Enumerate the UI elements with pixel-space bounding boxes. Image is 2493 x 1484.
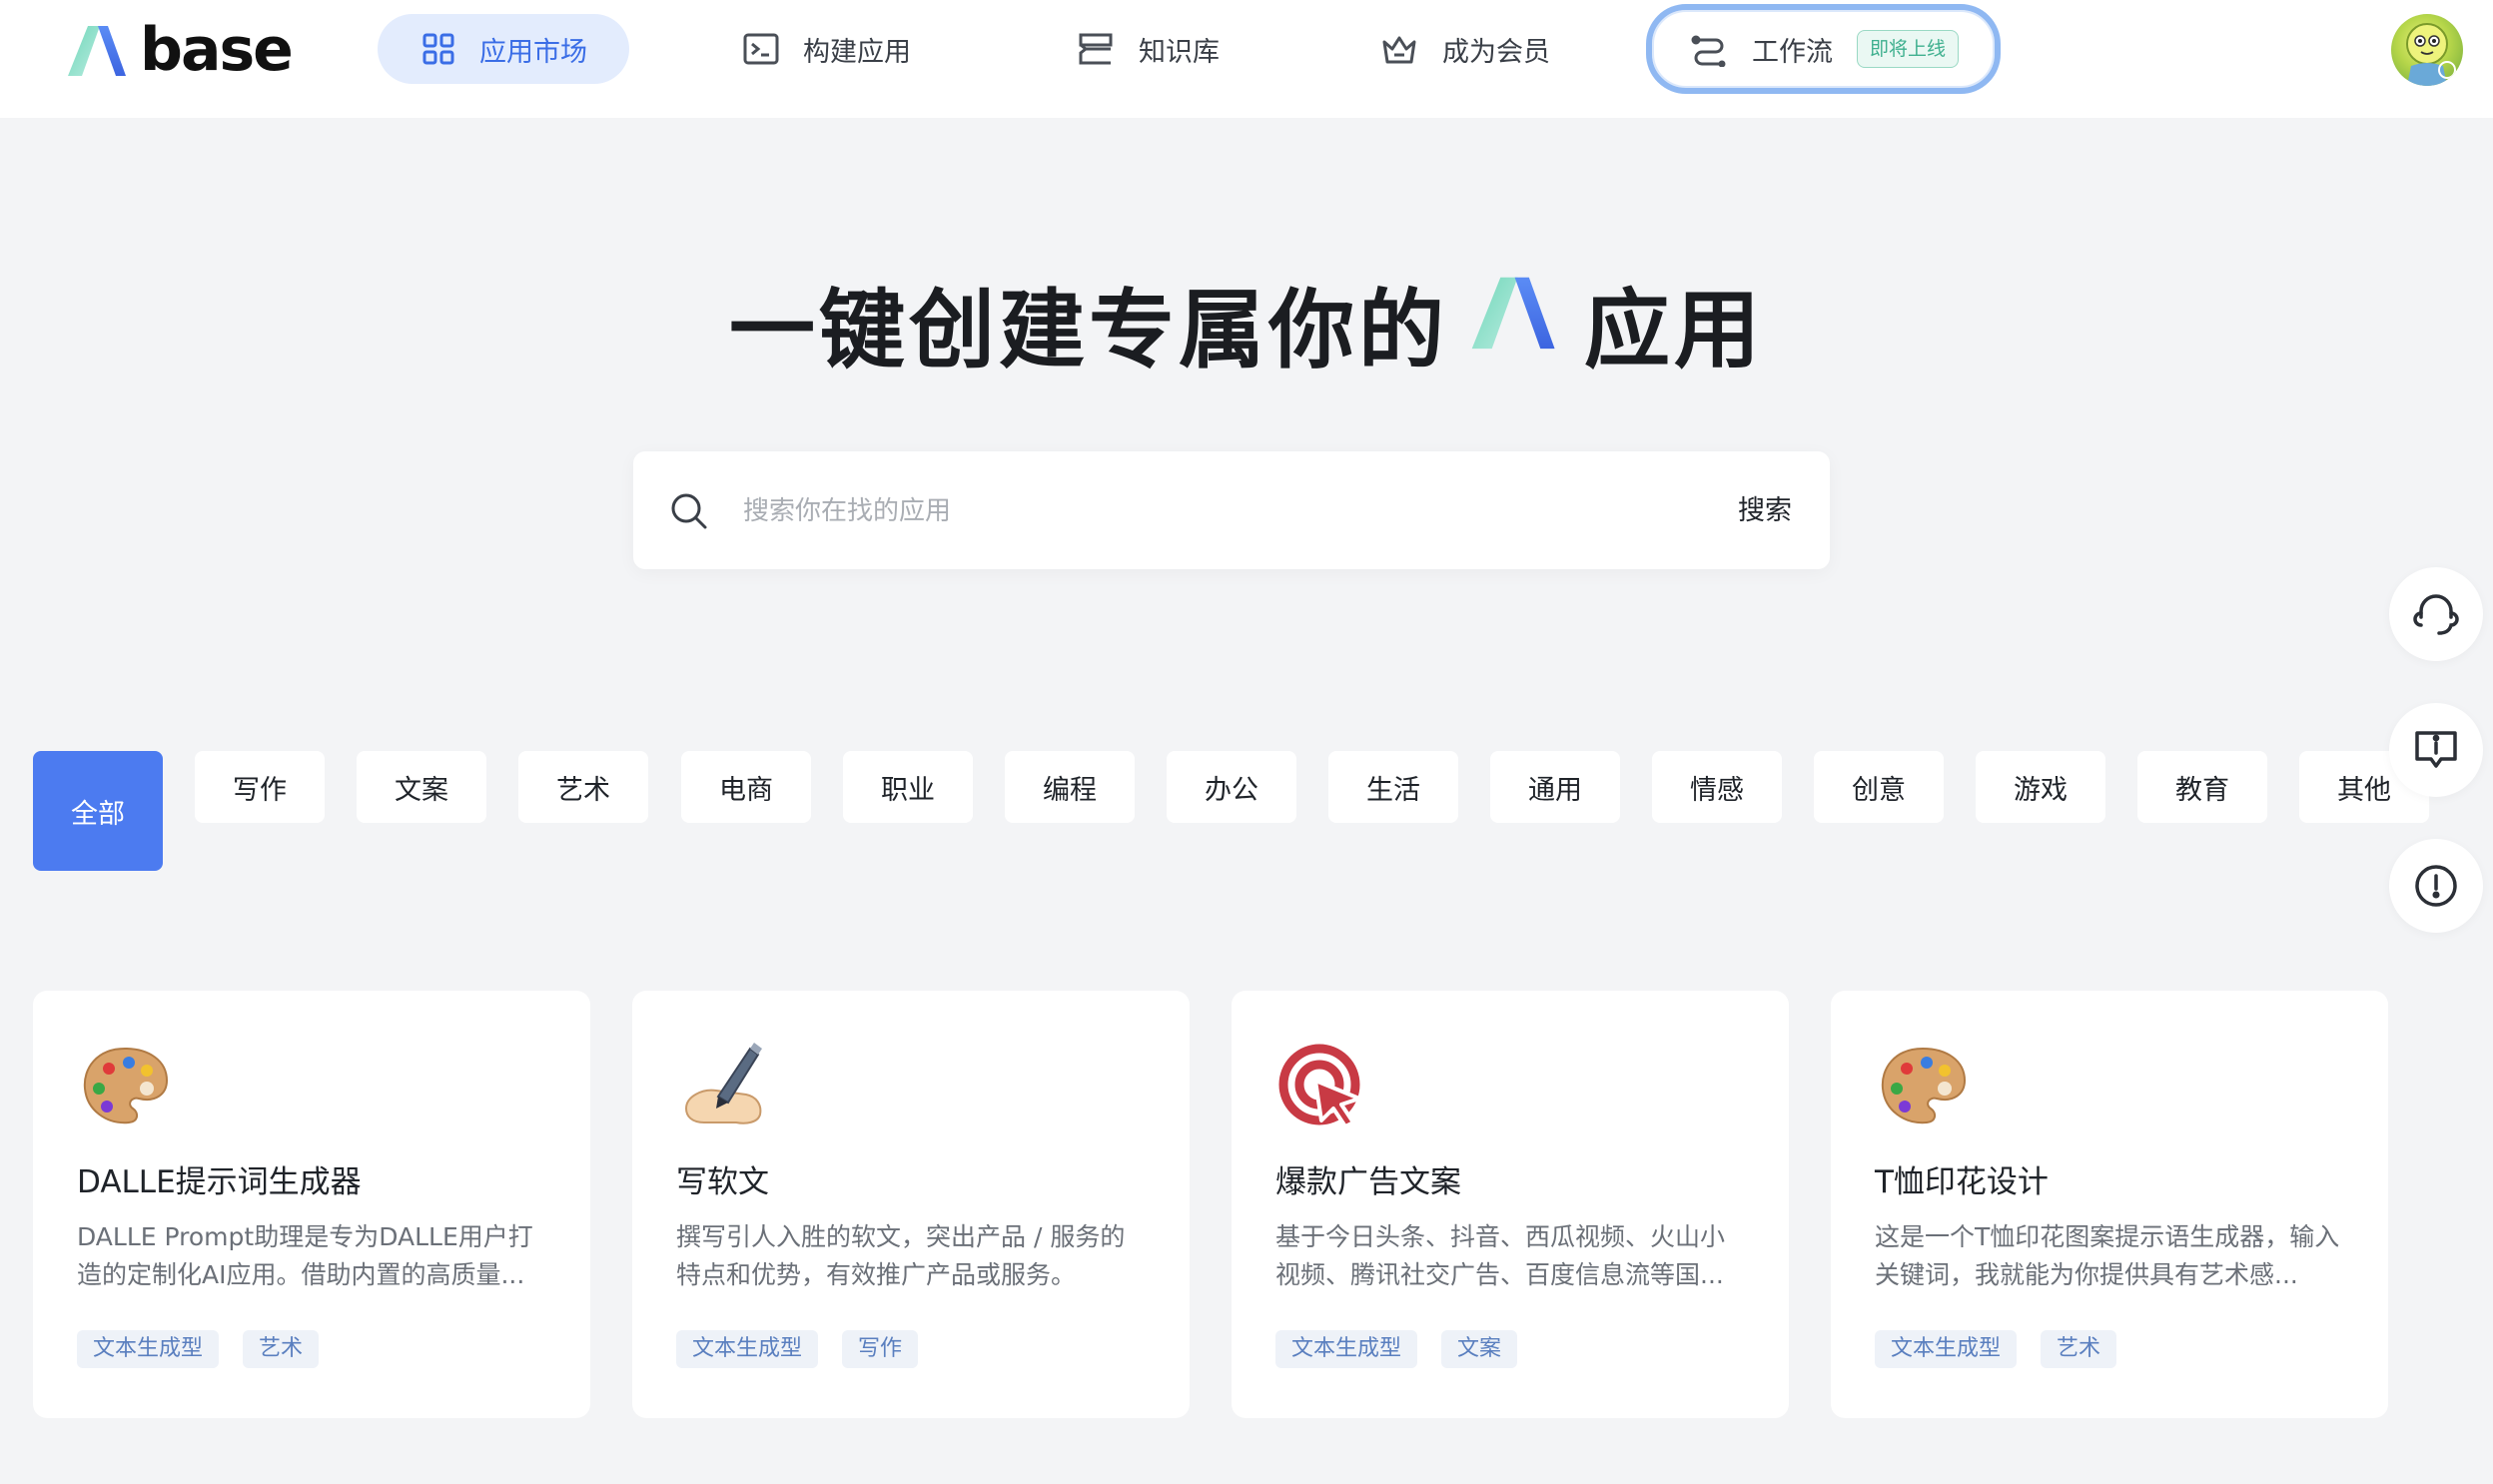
terminal-icon	[743, 33, 779, 65]
nav-label: 应用市场	[479, 36, 587, 68]
category-art[interactable]: 艺术	[518, 751, 648, 823]
search-button[interactable]: 搜索	[1738, 481, 1792, 541]
card-title: 爆款广告文案	[1275, 1164, 1461, 1200]
card-tag[interactable]: 文本生成型	[676, 1330, 819, 1368]
top-header: base 应用市场 构建应用 知识库 成为会员 工作流 即将上线	[0, 0, 2493, 118]
category-emotion[interactable]: 情感	[1652, 751, 1782, 823]
card-description: DALLE Prompt助理是专为DALLE用户打造的定制化AI应用。借助内置的…	[77, 1222, 533, 1289]
nav-knowledge-base[interactable]: 知识库	[1033, 14, 1261, 84]
category-career[interactable]: 职业	[843, 751, 973, 823]
hero-title: 一键创建专属你的 应用	[0, 262, 2493, 381]
nav-label: 工作流	[1752, 36, 1833, 68]
search-icon	[671, 493, 707, 529]
app-card[interactable]: T恤印花设计 这是一个T恤印花图案提示语生成器，输入关键词，我就能为你提供具有艺…	[1831, 991, 2388, 1418]
target-cursor-icon	[1278, 1044, 1361, 1128]
avatar-icon	[2406, 23, 2456, 86]
category-programming[interactable]: 编程	[1005, 751, 1135, 823]
palette-icon	[1881, 1047, 1967, 1124]
card-tag[interactable]: 文案	[1441, 1330, 1518, 1368]
hero-ai-logo-icon	[1466, 270, 1566, 374]
headset-icon	[2413, 594, 2459, 635]
user-avatar[interactable]	[2391, 14, 2463, 86]
customer-service-button[interactable]	[2389, 567, 2483, 661]
category-creative[interactable]: 创意	[1814, 751, 1944, 823]
palette-icon	[83, 1047, 169, 1124]
card-description: 这是一个T恤印花图案提示语生成器，输入关键词，我就能为你提供具有艺术感...	[1875, 1222, 2340, 1289]
database-icon	[1079, 33, 1113, 65]
grid-icon	[422, 33, 454, 65]
category-life[interactable]: 生活	[1328, 751, 1458, 823]
feedback-icon	[2415, 731, 2457, 768]
card-tags: 文本生成型 写作	[676, 1330, 942, 1368]
ai-logo-icon	[68, 26, 126, 76]
hero-title-suffix: 应用	[1584, 280, 1764, 380]
category-education[interactable]: 教育	[2137, 751, 2267, 823]
nav-label: 成为会员	[1442, 36, 1550, 68]
card-tag[interactable]: 文本生成型	[1275, 1330, 1418, 1368]
category-game[interactable]: 游戏	[1976, 751, 2105, 823]
card-title: T恤印花设计	[1875, 1164, 2049, 1200]
nav-build-app[interactable]: 构建应用	[699, 14, 953, 84]
alert-icon	[2415, 865, 2457, 907]
writing-hand-icon	[684, 1043, 762, 1124]
card-tags: 文本生成型 文案	[1275, 1330, 1541, 1368]
nav-workflow[interactable]: 工作流 即将上线	[1646, 4, 2002, 94]
category-copywriting[interactable]: 文案	[357, 751, 486, 823]
feedback-button[interactable]	[2389, 703, 2483, 797]
brand-logo[interactable]: base	[64, 15, 294, 85]
card-title: 写软文	[676, 1164, 769, 1200]
card-tag[interactable]: 文本生成型	[1875, 1330, 2018, 1368]
card-title: DALLE提示词生成器	[77, 1164, 362, 1200]
nav-membership[interactable]: 成为会员	[1336, 14, 1592, 84]
card-tag[interactable]: 文本生成型	[77, 1330, 220, 1368]
hero-title-text: 一键创建专属你的	[729, 280, 1448, 380]
card-tag[interactable]: 艺术	[2041, 1330, 2117, 1368]
card-description: 撰写引人入胜的软文，突出产品 / 服务的特点和优势，有效推广产品或服务。	[676, 1222, 1126, 1289]
app-card[interactable]: 写软文 撰写引人入胜的软文，突出产品 / 服务的特点和优势，有效推广产品或服务。…	[632, 991, 1190, 1418]
card-tag[interactable]: 艺术	[243, 1330, 320, 1368]
card-description: 基于今日头条、抖音、西瓜视频、火山小视频、腾讯社交广告、百度信息流等国...	[1275, 1222, 1726, 1289]
category-all[interactable]: 全部	[33, 751, 163, 871]
category-general[interactable]: 通用	[1490, 751, 1620, 823]
search-input[interactable]	[743, 481, 1642, 541]
search-box: 搜索	[633, 451, 1830, 569]
nav-label: 构建应用	[803, 36, 911, 68]
category-writing[interactable]: 写作	[195, 751, 325, 823]
card-tags: 文本生成型 艺术	[77, 1330, 343, 1368]
card-tag[interactable]: 写作	[842, 1330, 919, 1368]
coming-soon-badge: 即将上线	[1857, 30, 1960, 68]
workflow-icon	[1691, 35, 1726, 67]
nav-label: 知识库	[1139, 36, 1220, 68]
category-ecommerce[interactable]: 电商	[681, 751, 811, 823]
crown-icon	[1382, 36, 1416, 64]
app-card[interactable]: 爆款广告文案 基于今日头条、抖音、西瓜视频、火山小视频、腾讯社交广告、百度信息流…	[1232, 991, 1789, 1418]
category-office[interactable]: 办公	[1167, 751, 1296, 823]
nav-app-market[interactable]: 应用市场	[378, 14, 629, 84]
brand-name: base	[140, 15, 294, 85]
report-button[interactable]	[2389, 839, 2483, 933]
app-card[interactable]: DALLE提示词生成器 DALLE Prompt助理是专为DALLE用户打造的定…	[33, 991, 590, 1418]
card-tags: 文本生成型 艺术	[1875, 1330, 2140, 1368]
